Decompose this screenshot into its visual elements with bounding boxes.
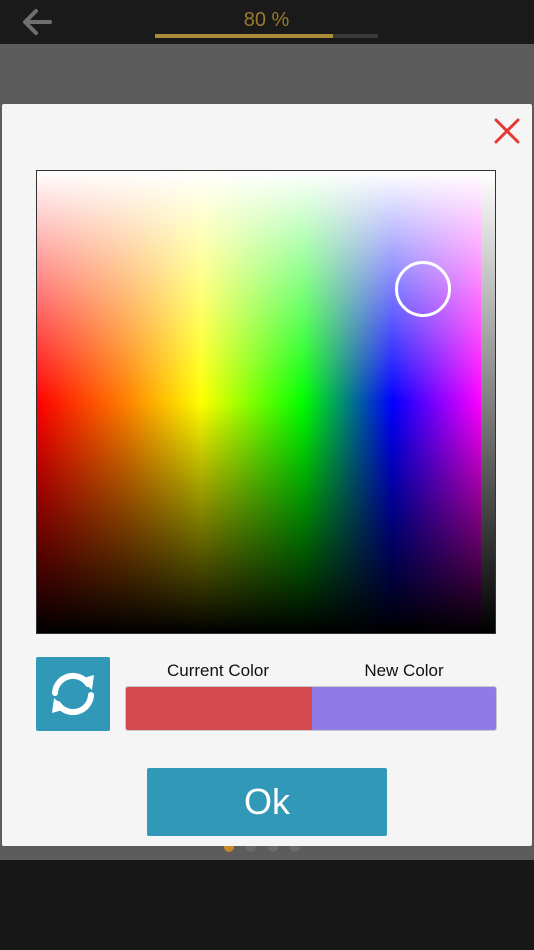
color-comparison <box>125 686 497 731</box>
color-spectrum[interactable] <box>37 171 481 633</box>
close-button[interactable] <box>492 116 522 146</box>
current-color-swatch[interactable] <box>126 687 313 730</box>
color-spectrum-area <box>36 170 496 634</box>
color-picker-dialog: Current Color New Color Ok <box>2 104 532 846</box>
current-color-label: Current Color <box>166 661 270 680</box>
bottom-area <box>0 860 534 950</box>
top-bar: 80 % <box>0 0 534 44</box>
brightness-strip[interactable] <box>481 171 495 633</box>
color-selector-handle[interactable] <box>395 261 451 317</box>
refresh-swap-icon <box>52 672 94 716</box>
swap-colors-button[interactable] <box>36 657 110 731</box>
new-color-label: New Color <box>364 661 444 680</box>
progress-text: 80 % <box>243 9 290 31</box>
back-button[interactable] <box>18 6 58 38</box>
progress-bar <box>155 34 378 38</box>
ok-button[interactable]: Ok <box>147 768 387 836</box>
progress-bar-fill <box>155 34 334 38</box>
arrow-left-icon <box>23 9 52 35</box>
new-color-swatch[interactable] <box>312 687 496 730</box>
close-x-icon <box>494 118 520 144</box>
